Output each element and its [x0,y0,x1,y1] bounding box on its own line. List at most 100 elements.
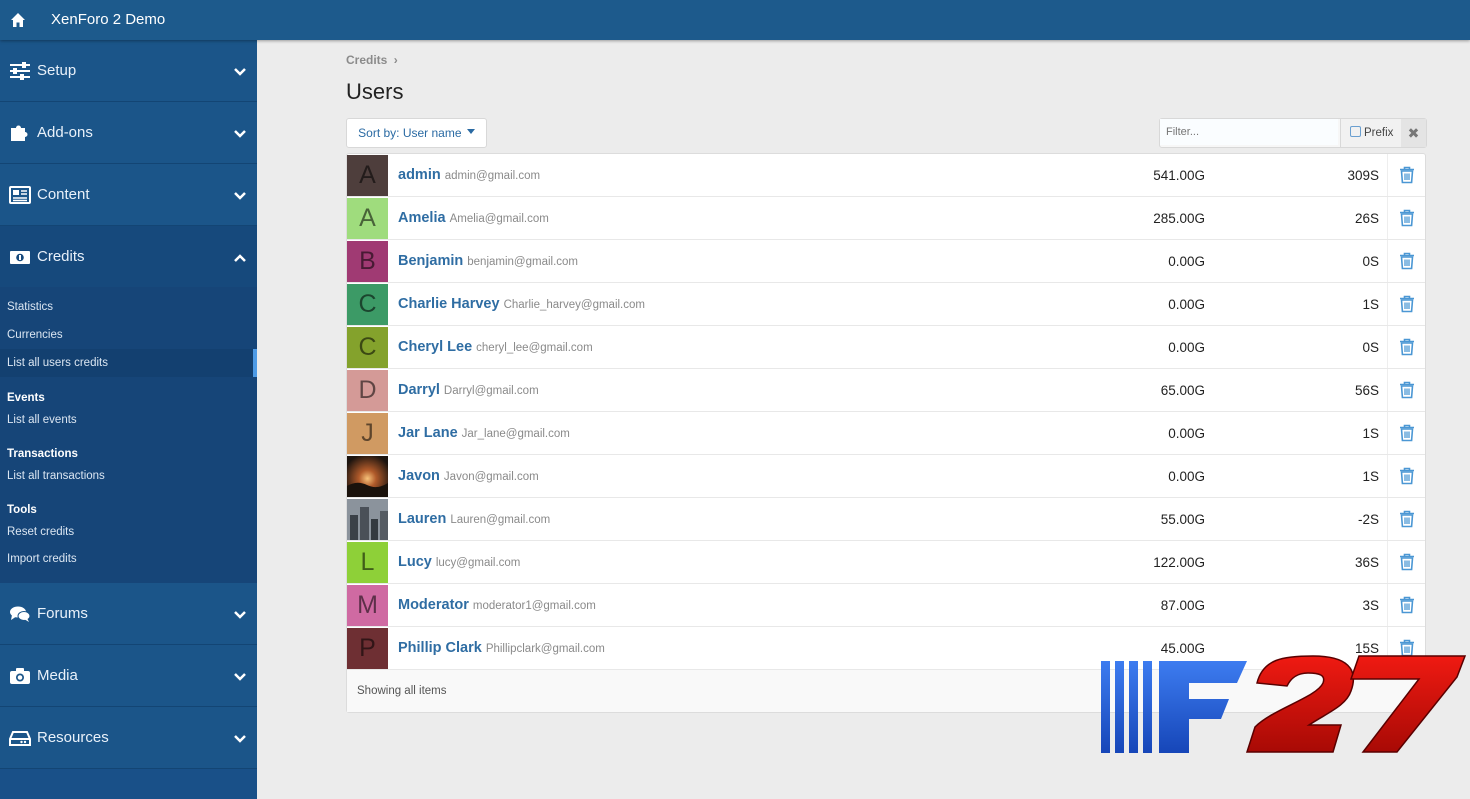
user-email: moderator1@gmail.com [472,600,596,612]
user-name-link[interactable]: admin admin@gmail.com [398,167,540,183]
avatar-initial: J [361,419,374,447]
user-email: Darryl@gmail.com [443,385,539,397]
user-email: Jar_lane@gmail.com [461,428,570,440]
avatar[interactable] [347,499,388,540]
sidebar-item-import-credits[interactable]: Import credits [0,545,257,573]
sidebar-item-statistics[interactable]: Statistics [0,293,257,321]
user-email: cheryl_lee@gmail.com [476,342,593,354]
avatar[interactable]: P [347,628,388,669]
avatar[interactable]: C [347,284,388,325]
avatar-initial: C [358,333,377,361]
sort-button[interactable]: Sort by: User name [346,118,487,148]
credit-silver-value: 26S [1354,211,1379,226]
avatar-photo [347,499,388,540]
avatar[interactable]: D [347,370,388,411]
avatar[interactable]: A [347,155,388,196]
user-email: Amelia@gmail.com [449,213,549,225]
avatar-initial: L [360,548,375,576]
breadcrumb-separator: › [393,53,398,67]
delete-button[interactable] [1387,326,1426,368]
avatar[interactable]: A [347,198,388,239]
user-name-link[interactable]: Cheryl Lee cheryl_lee@gmail.com [398,339,593,355]
sidebar-section-forums[interactable]: Forums [0,583,257,645]
breadcrumb-link[interactable]: Credits [346,53,387,67]
user-row: D Darryl Darryl@gmail.com 65.00G 56S [347,369,1425,412]
credit-gold-value: 65.00G [1160,383,1205,398]
trash-icon [1400,596,1414,614]
app-title[interactable]: XenForo 2 Demo [51,11,165,28]
avatar-initial: M [357,591,378,619]
avatar[interactable] [347,456,388,497]
credit-silver-value: 0S [1362,254,1379,269]
delete-button[interactable] [1387,412,1426,454]
filter-input[interactable] [1160,119,1338,145]
user-name-link[interactable]: Benjamin benjamin@gmail.com [398,253,578,269]
home-icon[interactable] [10,12,26,28]
camera-icon [10,668,30,684]
chevron-down-icon [234,673,246,681]
sidebar-section-setup[interactable]: Setup [0,40,257,102]
user-name: Moderator [398,597,469,613]
credit-silver-value: 1S [1362,297,1379,312]
sidebar-item-reset-credits[interactable]: Reset credits [0,521,257,545]
user-name-link[interactable]: Javon Javon@gmail.com [398,468,539,484]
user-name-link[interactable]: Charlie Harvey Charlie_harvey@gmail.com [398,296,645,312]
breadcrumb: Credits › [346,53,398,67]
sidebar: Setup Add-ons Content Credits Statistics… [0,40,257,799]
user-name-link[interactable]: Jar Lane Jar_lane@gmail.com [398,425,570,441]
sidebar-section-resources[interactable]: Resources [0,707,257,769]
trash-icon [1400,252,1414,270]
credit-gold-value: 122.00G [1153,555,1205,570]
credit-gold-value: 0.00G [1168,469,1205,484]
delete-button[interactable] [1387,541,1426,583]
credit-gold-value: 285.00G [1153,211,1205,226]
sidebar-section-content[interactable]: Content [0,164,257,226]
delete-button[interactable] [1387,369,1426,411]
credit-gold-value: 0.00G [1168,426,1205,441]
top-bar: XenForo 2 Demo [0,0,1470,40]
delete-button[interactable] [1387,584,1426,626]
user-name: Cheryl Lee [398,339,473,355]
credit-gold-value: 0.00G [1168,297,1205,312]
sidebar-section-media[interactable]: Media [0,645,257,707]
sidebar-section-credits[interactable]: Credits [0,226,257,287]
sidebar-section-add-ons[interactable]: Add-ons [0,102,257,164]
avatar[interactable]: C [347,327,388,368]
checkbox-icon [1350,126,1361,137]
user-name: Jar Lane [398,425,458,441]
avatar[interactable]: M [347,585,388,626]
trash-icon [1400,338,1414,356]
chevron-up-icon [234,254,246,262]
user-email: lucy@gmail.com [435,557,521,569]
delete-button[interactable] [1387,197,1426,239]
delete-button[interactable] [1387,240,1426,282]
chevron-down-icon [234,130,246,138]
trash-icon [1400,510,1414,528]
user-name-link[interactable]: Phillip Clark Phillipclark@gmail.com [398,640,605,656]
user-name-link[interactable]: Lauren Lauren@gmail.com [398,511,550,527]
delete-button[interactable] [1387,154,1426,196]
prefix-checkbox[interactable]: Prefix [1340,119,1401,147]
user-name-link[interactable]: Lucy lucy@gmail.com [398,554,520,570]
delete-button[interactable] [1387,498,1426,540]
delete-button[interactable] [1387,283,1426,325]
comments-icon [10,606,31,622]
avatar-initial: A [359,204,376,232]
user-name-link[interactable]: Darryl Darryl@gmail.com [398,382,539,398]
sidebar-item-currencies[interactable]: Currencies [0,321,257,349]
avatar[interactable]: J [347,413,388,454]
user-name-link[interactable]: Moderator moderator1@gmail.com [398,597,596,613]
puzzle-icon [11,125,28,141]
avatar[interactable]: B [347,241,388,282]
clear-filter-button[interactable]: ✖ [1401,119,1426,147]
sidebar-section-label: Resources [37,729,109,746]
delete-button[interactable] [1387,455,1426,497]
sidebar-item-list-all-transactions[interactable]: List all transactions [0,465,257,489]
avatar[interactable]: L [347,542,388,583]
user-row: Lauren Lauren@gmail.com 55.00G -2S [347,498,1425,541]
sidebar-group-heading: Events [7,392,45,404]
sidebar-item-list-all-users-credits[interactable]: List all users credits [0,349,257,377]
user-name-link[interactable]: Amelia Amelia@gmail.com [398,210,549,226]
user-name: Amelia [398,210,446,226]
sidebar-item-list-all-events[interactable]: List all events [0,409,257,433]
